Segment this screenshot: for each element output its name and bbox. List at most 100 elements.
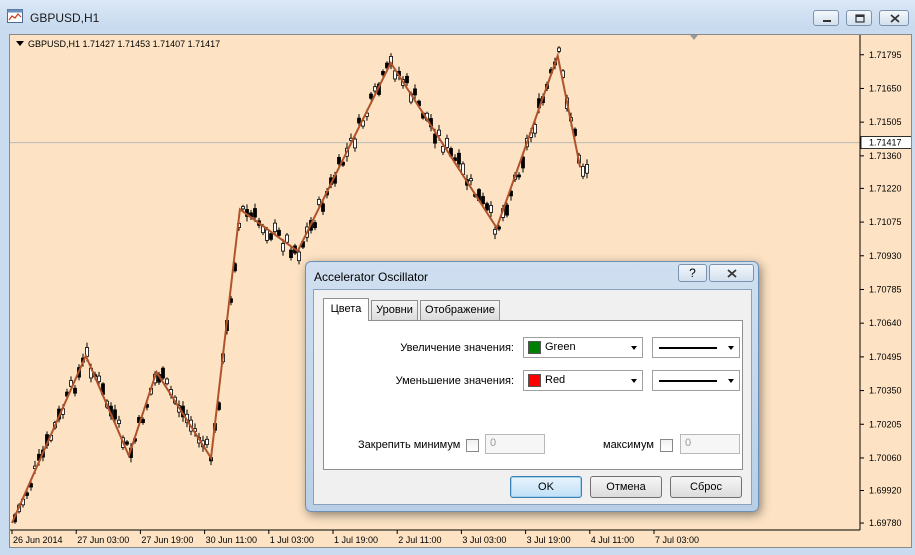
price-tick-label: 1.70350	[869, 386, 902, 396]
price-tick-label: 1.70785	[869, 284, 902, 294]
restore-icon	[855, 14, 865, 23]
candle-body	[281, 243, 285, 252]
tab-colors[interactable]: Цвета	[323, 298, 369, 321]
candle-body	[469, 178, 473, 182]
candle-body	[485, 203, 489, 211]
minimize-icon	[823, 20, 831, 22]
minimize-button[interactable]	[813, 10, 839, 26]
window-titlebar[interactable]: GBPUSD,H1	[0, 0, 915, 30]
help-icon: ?	[689, 266, 696, 280]
candle-body	[289, 249, 293, 259]
price-tick-label: 1.70205	[869, 419, 902, 429]
dialog-body: Цвета Уровни Отображение Увеличение знач…	[313, 289, 752, 505]
decrease-color-select[interactable]: Red	[523, 370, 643, 391]
restore-button[interactable]	[846, 10, 872, 26]
increase-color-swatch	[528, 341, 541, 354]
decrease-label: Уменьшение значения:	[395, 375, 514, 387]
candle-body	[141, 418, 145, 424]
chart-menu-triangle-icon[interactable]	[16, 41, 24, 46]
candle-body	[585, 164, 589, 174]
indicator-dialog: Accelerator Oscillator ? Цвета Уровни От…	[305, 261, 759, 512]
candle-body	[297, 251, 301, 262]
chart-header: GBPUSD,H1 1.71427 1.71453 1.71407 1.7141…	[16, 39, 220, 49]
price-tick-label: 1.71360	[869, 151, 902, 161]
dialog-title: Accelerator Oscillator	[314, 270, 429, 284]
cancel-button[interactable]: Отмена	[590, 476, 662, 498]
price-tick-label: 1.71220	[869, 183, 902, 193]
dialog-close-button[interactable]	[709, 264, 754, 282]
fix-max-checkbox[interactable]	[660, 439, 673, 452]
time-tick-label: 2 Jul 11:00	[398, 535, 441, 545]
candle-body	[241, 206, 245, 210]
tab-display[interactable]: Отображение	[420, 300, 500, 320]
price-tick-label: 1.70640	[869, 318, 902, 328]
decrease-color-swatch	[528, 374, 541, 387]
candle-body	[433, 133, 437, 144]
time-tick-label: 4 Jul 11:00	[591, 535, 634, 545]
candle-body	[557, 47, 561, 52]
candle-body	[161, 367, 165, 379]
candle-body	[277, 229, 281, 236]
max-label: максимум	[603, 439, 654, 451]
time-tick-label: 1 Jul 03:00	[270, 535, 314, 545]
candle-body	[405, 75, 409, 84]
increase-color-select[interactable]: Green	[523, 337, 643, 358]
candle-body	[369, 93, 373, 99]
tab-panel-colors: Увеличение значения: Green Уменьшение зн…	[323, 320, 743, 470]
candle-body	[481, 196, 485, 204]
candle-body	[493, 228, 497, 235]
increase-color-name: Green	[545, 341, 576, 353]
time-tick-label: 3 Jul 19:00	[527, 535, 571, 545]
candle-body	[97, 375, 101, 383]
ok-button[interactable]: OK	[510, 476, 582, 498]
price-tick-label: 1.71650	[869, 83, 902, 93]
candle-body	[269, 233, 273, 240]
candle-body	[581, 165, 585, 177]
window-title: GBPUSD,H1	[30, 11, 100, 25]
time-tick-label: 27 Jun 19:00	[141, 535, 193, 545]
reset-button[interactable]: Сброс	[670, 476, 742, 498]
fix-min-label: Закрепить минимум	[358, 439, 461, 451]
candle-body	[313, 222, 317, 229]
candle-body	[517, 174, 521, 178]
decrease-color-name: Red	[545, 374, 566, 386]
time-tick-label: 27 Jun 03:00	[77, 535, 129, 545]
candle-body	[357, 117, 361, 124]
time-tick-label: 7 Jul 03:00	[655, 535, 699, 545]
chevron-down-icon	[631, 379, 637, 383]
time-tick-label: 30 Jun 11:00	[206, 535, 257, 545]
time-tick-label: 3 Jul 03:00	[462, 535, 506, 545]
min-value-input[interactable]: 0	[485, 434, 545, 454]
candle-body	[457, 152, 461, 165]
window-close-button[interactable]	[879, 10, 909, 26]
time-tick-label: 1 Jul 19:00	[334, 535, 378, 545]
candle-body	[165, 378, 169, 385]
candle-body	[205, 438, 209, 446]
candle-body	[113, 409, 117, 420]
candle-body	[265, 229, 269, 241]
candle-body	[273, 222, 277, 233]
candle-body	[125, 441, 129, 445]
chart-shift-marker-icon[interactable]	[690, 35, 698, 40]
candle-body	[253, 208, 257, 218]
candle-body	[337, 157, 341, 165]
close-icon	[890, 14, 900, 23]
candle-body	[117, 419, 121, 424]
max-value-input[interactable]: 0	[680, 434, 740, 454]
price-tick-label: 1.70060	[869, 453, 902, 463]
candle-body	[73, 387, 77, 394]
price-tick-label: 1.71075	[869, 217, 902, 227]
fix-min-checkbox[interactable]	[466, 439, 479, 452]
price-tick-label: 1.70495	[869, 352, 902, 362]
increase-line-style-select[interactable]	[652, 337, 740, 358]
current-price-label: 1.71417	[869, 138, 902, 148]
help-button[interactable]: ?	[678, 264, 707, 282]
candle-body	[321, 203, 325, 212]
candle-body	[489, 205, 493, 213]
chart-header-text: GBPUSD,H1 1.71427 1.71453 1.71407 1.7141…	[28, 39, 221, 49]
tab-levels[interactable]: Уровни	[371, 300, 418, 320]
line-style-preview	[659, 380, 717, 382]
decrease-line-style-select[interactable]	[652, 370, 740, 391]
price-tick-label: 1.71505	[869, 117, 902, 127]
candle-body	[285, 234, 289, 243]
